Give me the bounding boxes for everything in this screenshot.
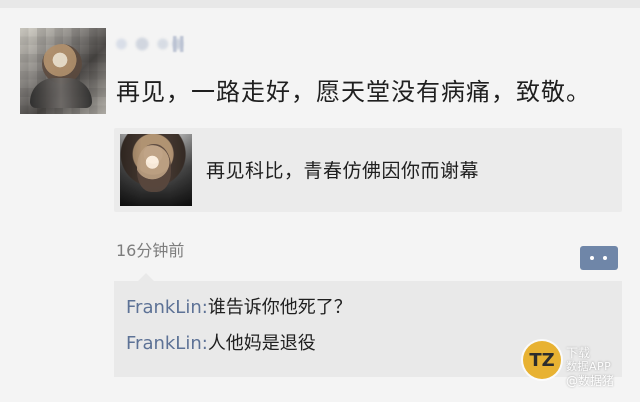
thumbnail-shade [120, 134, 192, 206]
comment-row: FrankLin:谁告诉你他死了？ [126, 293, 352, 319]
comment-more-button[interactable] [580, 246, 618, 270]
shared-link-card[interactable]: 再见科比，青春仿佛因你而谢幕 [114, 128, 622, 212]
moment-card: 再见，一路走好，愿天堂没有病痛，致敬。 再见科比，青春仿佛因你而谢幕 16分钟前… [0, 0, 640, 402]
comment-text: 人他妈是退役 [207, 333, 316, 354]
more-dot-icon [603, 256, 607, 260]
comment-author[interactable]: FrankLin: [126, 297, 208, 318]
watermark-line-1: 下载 [566, 346, 591, 360]
post-text: 再见，一路走好，愿天堂没有病痛，致敬。 [116, 78, 591, 106]
username-redacted-suffix [168, 36, 192, 52]
watermark-line-2: 数据APP [566, 360, 612, 373]
more-dot-icon [590, 256, 594, 260]
watermark: 下载 数据APP @数据猪 [566, 346, 634, 388]
top-divider [0, 0, 640, 8]
avatar-shoulders [30, 78, 92, 108]
watermark-line-3: @数据猪 [566, 374, 615, 388]
post-timestamp: 16分钟前 [116, 241, 185, 260]
comment-row: FrankLin:人他妈是退役 [126, 329, 316, 355]
comment-text: 谁告诉你他死了？ [207, 297, 352, 318]
avatar[interactable] [20, 28, 106, 114]
brand-logo: TZ [523, 341, 561, 379]
shared-link-title: 再见科比，青春仿佛因你而谢幕 [206, 160, 480, 182]
comment-author[interactable]: FrankLin: [126, 333, 208, 354]
shared-link-thumbnail [120, 134, 192, 206]
